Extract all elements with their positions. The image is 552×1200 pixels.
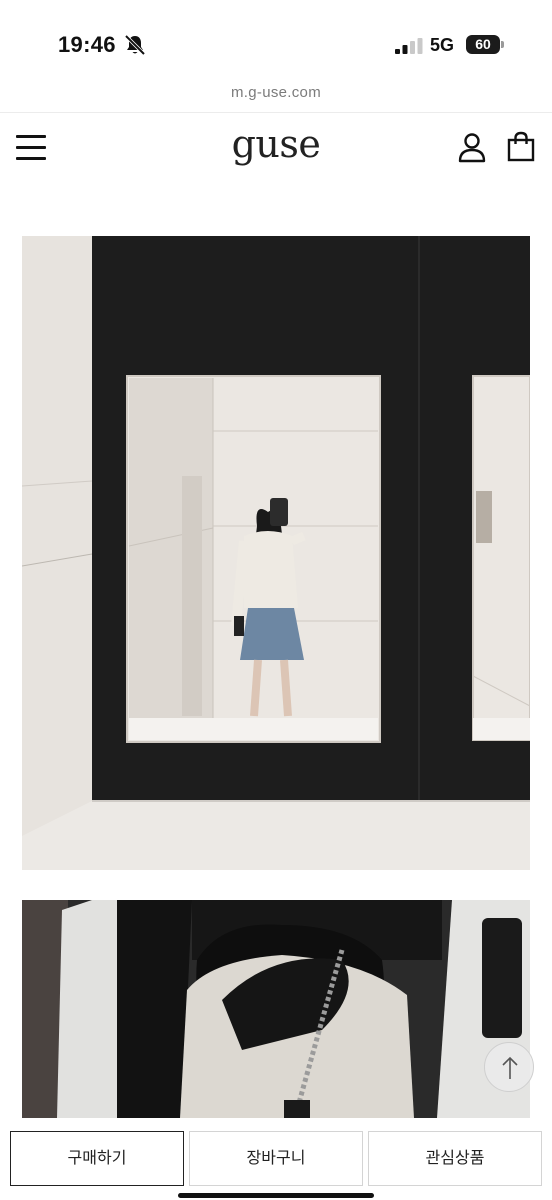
url-bar[interactable]: m.g-use.com <box>0 84 552 108</box>
status-bar: 19:46 5G 60 <box>0 0 552 80</box>
shopping-bag-icon[interactable] <box>506 130 536 162</box>
mirror-selfie-photo[interactable] <box>22 236 530 870</box>
buy-button[interactable]: 구매하기 <box>10 1131 184 1186</box>
battery-level: 60 <box>475 36 491 52</box>
bell-slash-icon <box>124 34 146 56</box>
site-header: guse <box>0 113 552 185</box>
user-icon[interactable] <box>456 131 488 163</box>
battery-icon: 60 <box>466 35 504 54</box>
wishlist-button[interactable]: 관심상품 <box>368 1131 542 1186</box>
network-label: 5G <box>430 35 455 55</box>
home-indicator[interactable] <box>178 1193 374 1198</box>
status-time: 19:46 <box>58 32 116 57</box>
car-photo[interactable] <box>22 900 530 1118</box>
arrow-up-icon <box>502 1056 518 1079</box>
signal-icon <box>395 38 423 54</box>
add-to-cart-button[interactable]: 장바구니 <box>189 1131 363 1186</box>
bottom-action-bar: 구매하기 장바구니 관심상품 <box>0 1118 552 1200</box>
scroll-to-top-button[interactable] <box>484 1042 534 1092</box>
